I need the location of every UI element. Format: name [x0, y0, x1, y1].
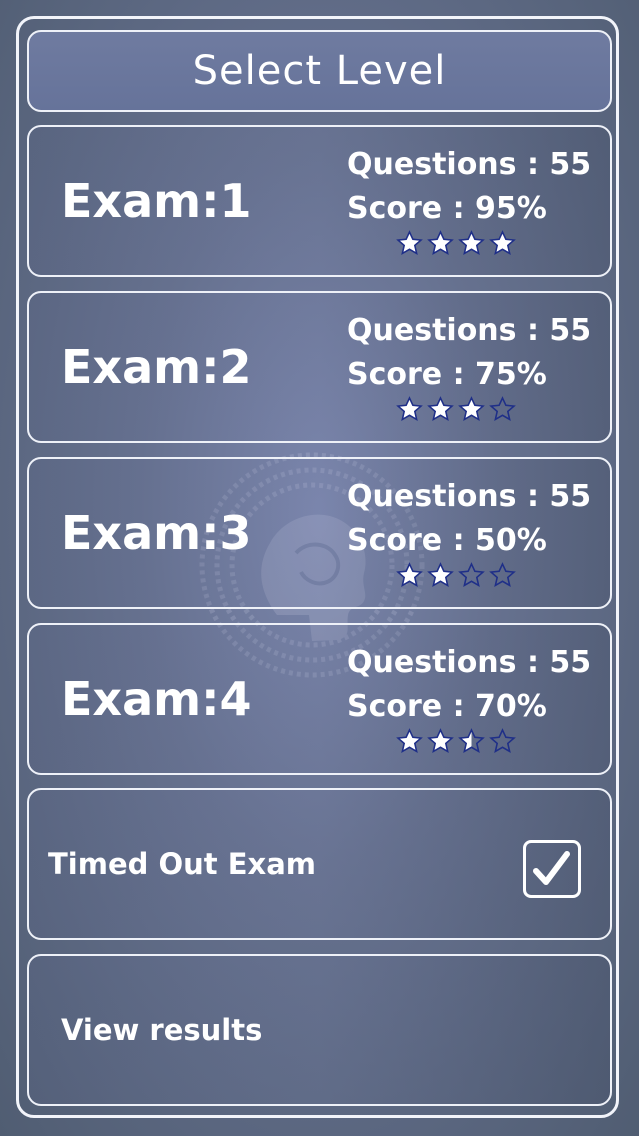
timed-out-checkbox[interactable] — [523, 840, 581, 898]
exam-4-questions: Questions : 55 — [347, 645, 592, 680]
exam-1-name: Exam:1 — [61, 174, 252, 228]
exam-2-score: Score : 75% — [347, 357, 547, 392]
view-results-label: View results — [61, 1013, 263, 1047]
star-icon — [396, 230, 423, 255]
exam-2-info: Questions : 55 Score : 75% — [347, 309, 607, 397]
timed-out-exam-row[interactable]: Timed Out Exam — [27, 788, 612, 940]
exam-1-info: Questions : 55 Score : 95% — [347, 143, 607, 231]
exam-1-rating — [395, 229, 517, 259]
timed-out-exam-label: Timed Out Exam — [48, 847, 317, 881]
page-title: Select Level — [192, 48, 447, 94]
view-results-button[interactable]: View results — [27, 954, 612, 1106]
exam-4-info: Questions : 55 Score : 70% — [347, 641, 607, 729]
exam-2-questions: Questions : 55 — [347, 313, 592, 348]
exam-3-info: Questions : 55 Score : 50% — [347, 475, 607, 563]
star-icon — [458, 396, 485, 421]
star-icon — [427, 396, 454, 421]
exam-3-rating — [395, 561, 517, 591]
star-icon — [427, 728, 454, 753]
checkmark-icon — [533, 851, 570, 885]
exam-3-score: Score : 50% — [347, 523, 547, 558]
exam-4-card[interactable]: Exam:4 Questions : 55 Score : 70% — [27, 623, 612, 775]
star-icon — [396, 396, 423, 421]
exam-2-rating — [395, 395, 517, 425]
exam-3-questions: Questions : 55 — [347, 479, 592, 514]
star-icon — [396, 562, 423, 587]
star-outline-icon — [458, 562, 485, 587]
exam-3-name: Exam:3 — [61, 506, 252, 560]
exam-4-name: Exam:4 — [61, 672, 252, 726]
exam-2-name: Exam:2 — [61, 340, 252, 394]
exam-2-card[interactable]: Exam:2 Questions : 55 Score : 75% — [27, 291, 612, 443]
star-icon — [489, 230, 516, 255]
star-half-icon — [458, 728, 485, 753]
star-outline-icon — [489, 728, 516, 753]
exam-1-card[interactable]: Exam:1 Questions : 55 Score : 95% — [27, 125, 612, 277]
star-outline-icon — [489, 562, 516, 587]
star-icon — [396, 728, 423, 753]
select-level-header: Select Level — [27, 30, 612, 112]
exam-4-score: Score : 70% — [347, 689, 547, 724]
exam-3-card[interactable]: Exam:3 Questions : 55 Score : 50% — [27, 457, 612, 609]
star-icon — [427, 562, 454, 587]
exam-1-questions: Questions : 55 — [347, 147, 592, 182]
exam-1-score: Score : 95% — [347, 191, 547, 226]
star-outline-icon — [489, 396, 516, 421]
exam-4-rating — [395, 727, 517, 757]
star-icon — [458, 230, 485, 255]
star-icon — [427, 230, 454, 255]
